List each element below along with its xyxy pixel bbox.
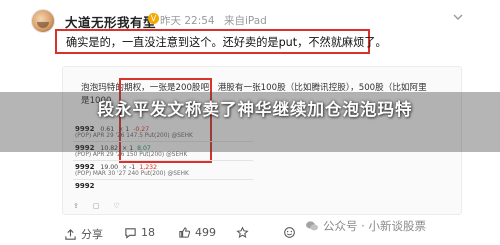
comment-button[interactable]: 18 [124,226,155,239]
user-avatar[interactable] [31,9,55,33]
verified-badge-icon: V [148,13,159,24]
comment-icon [125,228,136,239]
watermark-text: 公众号 · 小新谈股票 [323,219,426,233]
wechat-icon [306,221,318,231]
post-meta: 昨天 22:54 来自iPad [160,13,273,28]
more-button[interactable] [283,226,296,239]
embed-like-icon: ♡ [113,202,120,210]
watermark: 公众号 · 小新谈股票 [305,218,426,234]
comment-text: 确实是的，一直没注意到这个。还好卖的是put，不然就麻烦了。 [66,36,387,49]
trade-price: 19.00 [100,164,119,171]
row-divider [73,179,253,180]
share-label: 分享 [81,228,103,241]
trade-code: 9992 [75,163,95,171]
thumbs-up-icon [179,227,191,238]
embed-share-icon: ⇪ [73,202,79,210]
like-button[interactable]: 499 [178,226,216,239]
headline: 段永平发文称卖了神华继续加仓泡泡玛特 [97,100,413,119]
post-time: 昨天 22:54 [160,15,215,27]
trade-row: 9992 [75,182,225,190]
smile-icon [284,227,295,238]
trade-row: 9992 19.00 × -1 1,232 [75,163,225,171]
trade-code: 9992 [75,182,95,190]
comment-count: 18 [141,226,155,239]
share-icon [65,228,76,240]
embed-toolbar: ⇪ ▢ ♡ [73,202,273,214]
row-divider [73,160,253,161]
trade-mult: × -1 [122,164,136,171]
bookmark-button[interactable] [236,226,249,239]
star-icon [236,226,249,238]
trade-desc: (POP) APR 29 '26 150 Put(200) @SEHK [75,152,188,158]
post-source: 来自iPad [223,15,267,27]
weibo-post-screenshot: 大道无形我有型 V 昨天 22:54 来自iPad 确实是的，一直没注意到这个。… [0,0,500,245]
chevron-down-icon[interactable] [452,11,464,23]
trade-pnl: 1,232 [139,164,158,171]
share-button[interactable]: 分享 [64,226,103,242]
trade-desc: (POP) MAR 30 '27 240 Put(200) @SEHK [75,171,189,177]
like-count: 499 [195,226,216,239]
embed-comment-icon: ▢ [92,202,100,210]
